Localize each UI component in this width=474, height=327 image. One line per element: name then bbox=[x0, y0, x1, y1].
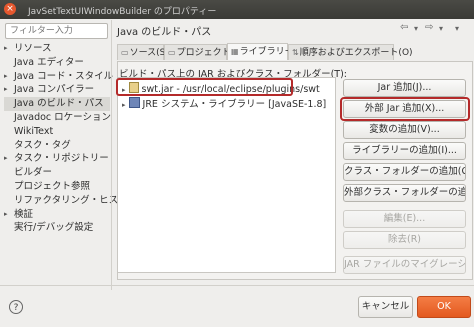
forward-menu-icon[interactable]: ▾ bbox=[439, 24, 443, 33]
add-class-folder-button[interactable]: クラス・フォルダーの追加(C)... bbox=[343, 163, 466, 181]
remove-button[interactable]: 除去(R) bbox=[343, 231, 466, 249]
help-button[interactable]: ? bbox=[9, 300, 23, 314]
nav-item-label: WikiText bbox=[14, 125, 54, 137]
expand-arrow-icon[interactable]: ▸ bbox=[4, 70, 8, 84]
nav-item-label: Java コンパイラー bbox=[14, 84, 95, 96]
nav-item-label: タスク・タグ bbox=[14, 139, 71, 151]
nav-item-builders[interactable]: ビルダー bbox=[4, 166, 110, 180]
migrate-jar-button[interactable]: JAR ファイルのマイグレーション(M)... bbox=[343, 256, 466, 274]
title-bar: × JavSetTextUIWindowBuilder のプロパティー bbox=[0, 0, 474, 19]
forward-arrow-icon[interactable]: ⇨ bbox=[425, 22, 433, 33]
expand-arrow-icon[interactable]: ▸ bbox=[122, 101, 126, 109]
nav-item-label: Java のビルド・パス bbox=[14, 98, 104, 110]
tree-row-jre-library[interactable]: ▸ JRE システム・ライブラリー [JavaSE-1.8] bbox=[122, 96, 326, 110]
expand-arrow-icon[interactable]: ▸ bbox=[4, 83, 8, 97]
nav-divider[interactable] bbox=[111, 20, 112, 290]
nav-item-java-code-style[interactable]: ▸ Java コード・スタイル bbox=[4, 70, 114, 84]
window-title: JavSetTextUIWindowBuilder のプロパティー bbox=[28, 7, 217, 17]
tab-projects[interactable]: ▭プロジェクト(P) bbox=[164, 44, 243, 60]
edit-button[interactable]: 編集(E)... bbox=[343, 210, 466, 228]
add-variable-button[interactable]: 変数の追加(V)... bbox=[343, 121, 466, 139]
nav-item-project-references[interactable]: プロジェクト参照 bbox=[4, 180, 110, 194]
expand-arrow-icon[interactable]: ▸ bbox=[4, 208, 8, 222]
swt-jar-highlight bbox=[116, 78, 293, 96]
nav-item-wikitext[interactable]: WikiText bbox=[4, 125, 110, 139]
tab-label: 順序およびエクスポート(O) bbox=[299, 48, 413, 58]
nav-item-label: Javadoc ロケーション bbox=[14, 111, 111, 123]
library-icon bbox=[128, 97, 140, 108]
nav-item-java-editor[interactable]: Java エディター bbox=[4, 56, 110, 70]
nav-item-java-build-path[interactable]: Java のビルド・パス bbox=[4, 97, 110, 111]
source-folder-icon: ▭ bbox=[121, 48, 129, 57]
ok-button[interactable]: OK bbox=[417, 296, 471, 318]
property-nav: ▸ リソース Java エディター ▸ Java コード・スタイル ▸ Java コン… bbox=[4, 42, 147, 235]
page-title: Java のビルド・パス bbox=[117, 27, 212, 38]
back-arrow-icon[interactable]: ⇦ bbox=[400, 22, 408, 33]
nav-item-resource[interactable]: ▸ リソース bbox=[4, 42, 110, 56]
nav-item-label: タスク・リポジトリー bbox=[14, 153, 109, 165]
nav-item-label: プロジェクト参照 bbox=[14, 180, 91, 192]
nav-item-label: Java コード・スタイル bbox=[14, 70, 114, 82]
add-library-button[interactable]: ライブラリーの追加(I)... bbox=[343, 142, 466, 160]
tree-row-label: JRE システム・ライブラリー [JavaSE-1.8] bbox=[142, 99, 327, 110]
nav-item-label: 実行/デバッグ設定 bbox=[14, 222, 94, 234]
nav-item-label: Java エディター bbox=[14, 56, 84, 68]
nav-item-task-repository[interactable]: ▸ タスク・リポジトリー bbox=[4, 152, 110, 166]
add-external-class-folder-button[interactable]: 外部クラス・フォルダーの追加(D)... bbox=[343, 184, 466, 202]
expand-arrow-icon[interactable]: ▸ bbox=[4, 42, 8, 56]
cancel-button[interactable]: キャンセル bbox=[358, 296, 413, 318]
nav-item-task-tags[interactable]: タスク・タグ bbox=[4, 139, 110, 153]
tab-label: ソース(S) bbox=[129, 48, 169, 58]
tab-libraries[interactable]: ▦ライブラリー(L) bbox=[227, 43, 306, 60]
nav-item-refactoring-history[interactable]: リファクタリング・ヒストリー bbox=[4, 194, 147, 208]
tab-source[interactable]: ▭ソース(S) bbox=[117, 44, 169, 60]
nav-item-validation[interactable]: ▸ 検証 bbox=[4, 208, 110, 222]
project-icon: ▭ bbox=[168, 48, 176, 57]
nav-item-label: 検証 bbox=[14, 208, 34, 220]
footer-divider bbox=[0, 285, 474, 286]
add-external-jar-highlight bbox=[340, 97, 470, 121]
nav-item-java-compiler[interactable]: ▸ Java コンパイラー bbox=[4, 83, 110, 97]
nav-item-label: ビルダー bbox=[14, 167, 53, 179]
view-menu-icon[interactable]: ▾ bbox=[455, 24, 459, 33]
library-tree[interactable]: ▸ swt.jar - /usr/local/eclipse/plugins/sw… bbox=[117, 77, 336, 273]
add-jar-button[interactable]: Jar 追加(J)... bbox=[343, 79, 466, 97]
expand-arrow-icon[interactable]: ▸ bbox=[4, 152, 8, 166]
library-icon: ▦ bbox=[231, 47, 239, 56]
tab-order-export[interactable]: ⇅順序およびエクスポート(O) bbox=[288, 44, 413, 60]
close-window-button[interactable]: × bbox=[4, 3, 16, 15]
back-menu-icon[interactable]: ▾ bbox=[414, 24, 418, 33]
nav-item-run-debug-settings[interactable]: 実行/デバッグ設定 bbox=[4, 221, 110, 235]
order-icon: ⇅ bbox=[292, 48, 299, 57]
nav-item-javadoc-location[interactable]: Javadoc ロケーション bbox=[4, 111, 111, 125]
nav-item-label: リソース bbox=[14, 43, 52, 54]
filter-input[interactable] bbox=[5, 23, 108, 39]
